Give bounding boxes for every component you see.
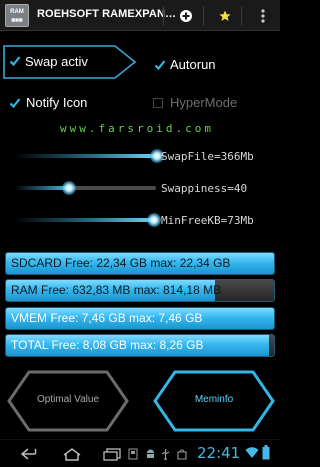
slider-thumb[interactable] (62, 181, 76, 195)
overflow-menu-icon (261, 9, 265, 23)
checkmark-icon (9, 56, 21, 67)
swapfile-label: SwapFile=366Mb (161, 150, 254, 163)
favorite-button[interactable] (214, 5, 236, 27)
checkmark-icon (154, 60, 166, 71)
app-title: ROEHSOFT RAMEXPAN… (37, 8, 177, 20)
battery-icon (262, 445, 270, 460)
slider-track-filled (14, 186, 68, 190)
optimal-value-label: Optimal Value (36, 394, 100, 405)
add-button[interactable] (175, 5, 197, 27)
back-icon[interactable] (20, 448, 42, 460)
hypermode-label: HyperMode (170, 95, 238, 110)
store-icon (177, 449, 187, 460)
optimal-value-button[interactable]: Optimal Value (5, 370, 131, 432)
app-icon-text: RAM (10, 9, 24, 15)
vmem-bar: VMEM Free: 7,46 GB max: 7,46 GB (5, 307, 275, 330)
swapfile-slider[interactable] (14, 148, 164, 164)
hypermode-checkbox[interactable]: HyperMode (150, 94, 260, 114)
swap-activ-toggle[interactable]: Swap activ (3, 45, 136, 79)
vmem-bar-text: VMEM Free: 7,46 GB max: 7,46 GB (11, 311, 203, 325)
swappiness-slider[interactable] (14, 180, 164, 196)
usb-icon (161, 449, 170, 460)
home-icon[interactable] (62, 448, 82, 461)
overflow-menu-button[interactable] (252, 5, 274, 27)
sdcard-bar: SDCARD Free: 22,34 GB max: 22,34 GB (5, 252, 275, 275)
minfreekb-slider[interactable] (14, 212, 164, 228)
autorun-label: Autorun (170, 57, 216, 72)
ram-bar-text: RAM Free: 632,83 MB max: 814,18 MB (11, 283, 222, 297)
notification-app-icon (128, 448, 138, 460)
notify-icon-label: Notify Icon (26, 95, 88, 110)
bar-empty (268, 335, 274, 356)
android-icon (147, 449, 154, 458)
total-bar: TOTAL Free: 8,08 GB max: 8,26 GB (5, 334, 275, 357)
meminfo-button[interactable]: Meminfo (151, 370, 277, 432)
watermark-text: www.farsroid.com (60, 122, 214, 135)
divider (203, 6, 204, 26)
clock: 22:41 (197, 444, 241, 462)
recent-apps-icon[interactable] (102, 448, 122, 461)
total-bar-text: TOTAL Free: 8,08 GB max: 8,26 GB (11, 338, 204, 352)
star-icon (219, 10, 231, 21)
divider (163, 6, 164, 26)
bar-empty (215, 280, 274, 301)
ram-bar: RAM Free: 632,83 MB max: 814,18 MB (5, 279, 275, 302)
action-bar: RAM ▦▦▦ ROEHSOFT RAMEXPAN… (0, 0, 280, 31)
notify-icon-checkbox[interactable]: Notify Icon (6, 94, 116, 114)
divider (241, 6, 242, 26)
meminfo-label: Meminfo (194, 394, 234, 405)
ram-chip-icon: RAM ▦▦▦ (5, 4, 29, 27)
swappiness-label: Swappiness=40 (161, 182, 248, 195)
slider-track-empty (70, 186, 156, 190)
wifi-icon (245, 447, 259, 458)
checkmark-icon (9, 98, 21, 109)
slider-track (14, 154, 156, 158)
swap-activ-label: Swap activ (25, 54, 88, 69)
system-bar: 22:41 (0, 439, 280, 467)
minfreekb-label: MinFreeKB=73Mb (161, 214, 254, 227)
sdcard-bar-text: SDCARD Free: 22,34 GB max: 22,34 GB (11, 256, 231, 270)
autorun-checkbox[interactable]: Autorun (150, 56, 250, 76)
plus-circle-icon (180, 10, 192, 22)
slider-thumb[interactable] (147, 213, 161, 227)
checkbox-empty-icon (153, 98, 163, 108)
slider-track (14, 218, 154, 222)
